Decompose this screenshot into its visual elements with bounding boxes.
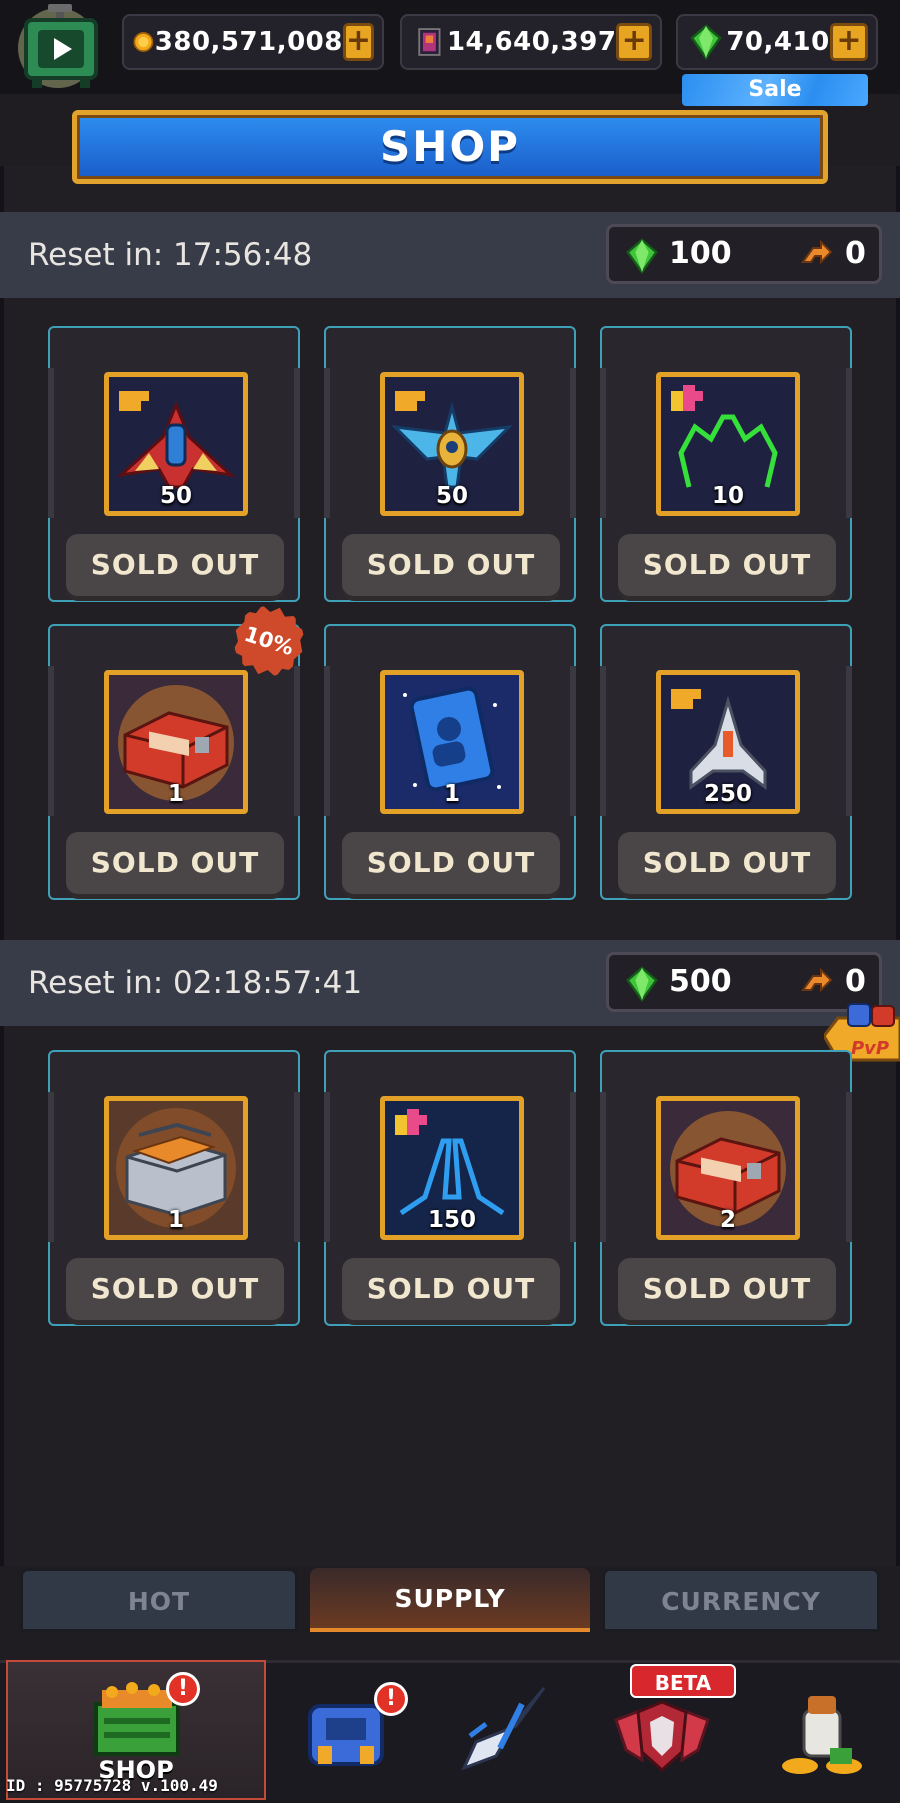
sold-out-button[interactable]: SOLD OUT (66, 534, 284, 596)
item-quantity: 1 (167, 781, 184, 807)
gem-icon (626, 238, 658, 275)
sold-out-button[interactable]: SOLD OUT (342, 1258, 560, 1320)
video-ad-button[interactable] (10, 4, 110, 94)
refresh-gem-cost: 500 (669, 964, 732, 999)
winged-shield-icon (614, 1700, 710, 1773)
item-frame: 150 (380, 1096, 524, 1240)
shop-item-card[interactable]: 250 SOLD OUT (600, 624, 852, 900)
spaceship-icon (461, 1687, 546, 1771)
item-quantity: 1 (167, 1207, 184, 1233)
item-frame: 50 (380, 372, 524, 516)
tv-icon (18, 4, 98, 88)
gem-icon (626, 966, 658, 1003)
gems-counter: 70,410 + (676, 14, 878, 70)
coins-counter: 380,571,008 + (122, 14, 384, 70)
refresh-ticket-icon (801, 968, 833, 993)
shop-banner: SHOP (72, 110, 828, 184)
item-frame: 250 (656, 670, 800, 814)
item-quantity: 1 (443, 781, 460, 807)
item-quantity: 150 (427, 1207, 476, 1233)
tab-supply[interactable]: SUPPLY (310, 1568, 590, 1632)
sale-badge[interactable]: Sale (682, 74, 868, 106)
item-quantity: 50 (159, 483, 192, 509)
item-frame: 2 (656, 1096, 800, 1240)
item-frame: 1 (104, 1096, 248, 1240)
item-quantity: 2 (719, 1207, 736, 1233)
coins-value: 380,571,008 (154, 27, 343, 57)
tickets-value: 14,640,397 (446, 27, 617, 57)
shop-item-card[interactable]: 1 SOLD OUT (48, 1050, 300, 1326)
refresh-cost[interactable]: 100 0 (606, 224, 882, 284)
item-quantity: 250 (703, 781, 752, 807)
refresh-gem-cost: 100 (669, 236, 732, 271)
hangar-alert-badge: ! (374, 1682, 408, 1716)
item-frame: 1 (380, 670, 524, 814)
item-quantity: 50 (435, 483, 468, 509)
rewards-character-icon (782, 1696, 862, 1774)
version-label: ID : 95775728 v.100.49 (6, 1776, 218, 1795)
tickets-counter: 14,640,397 + (400, 14, 662, 70)
tab-hot[interactable]: HOT (20, 1568, 298, 1632)
nav-ships[interactable] (428, 1660, 582, 1800)
tab-currency[interactable]: CURRENCY (602, 1568, 880, 1632)
reset-timer: Reset in: 17:56:48 (28, 237, 313, 273)
add-coins-button[interactable]: + (342, 23, 374, 61)
add-tickets-button[interactable]: + (616, 23, 652, 61)
film-ticket-icon (418, 28, 441, 56)
nav-hangar[interactable]: ! (270, 1660, 424, 1800)
shop-item-card[interactable]: 1 SOLD OUT (324, 624, 576, 900)
gems-value: 70,410 (726, 27, 830, 57)
shop-item-card[interactable]: 150 SOLD OUT (324, 1050, 576, 1326)
sold-out-button[interactable]: SOLD OUT (66, 1258, 284, 1320)
refresh-ticket-cost: 0 (845, 236, 866, 271)
item-frame: 50 (104, 372, 248, 516)
refresh-ticket-icon (801, 240, 833, 265)
shop-item-card[interactable]: 50 SOLD OUT (324, 326, 576, 602)
beta-badge: BETA (630, 1664, 736, 1698)
shop-item-card[interactable]: 10 SOLD OUT (600, 326, 852, 602)
reset-timer: Reset in: 02:18:57:41 (28, 965, 363, 1001)
shop-item-card[interactable]: 2 SOLD OUT (600, 1050, 852, 1326)
shop-alert-badge: ! (166, 1672, 200, 1706)
pvp-label: PvP (851, 1038, 889, 1059)
shop-item-card[interactable]: 50 SOLD OUT (48, 326, 300, 602)
add-gems-button[interactable]: + (830, 23, 868, 61)
page-title: SHOP (380, 122, 520, 171)
item-frame: 10 (656, 372, 800, 516)
section-1-header: Reset in: 17:56:48 100 0 (0, 212, 900, 298)
nav-profile[interactable] (744, 1660, 900, 1800)
sold-out-button[interactable]: SOLD OUT (618, 1258, 836, 1320)
item-quantity: 10 (711, 483, 744, 509)
sold-out-button[interactable]: SOLD OUT (342, 832, 560, 894)
sold-out-button[interactable]: SOLD OUT (618, 832, 836, 894)
sold-out-button[interactable]: SOLD OUT (66, 832, 284, 894)
sold-out-button[interactable]: SOLD OUT (342, 534, 560, 596)
sold-out-button[interactable]: SOLD OUT (618, 534, 836, 596)
gem-icon (690, 24, 722, 61)
item-frame: 1 (104, 670, 248, 814)
coin-icon (133, 32, 154, 52)
section-2-header: Reset in: 02:18:57:41 500 0 (0, 940, 900, 1026)
